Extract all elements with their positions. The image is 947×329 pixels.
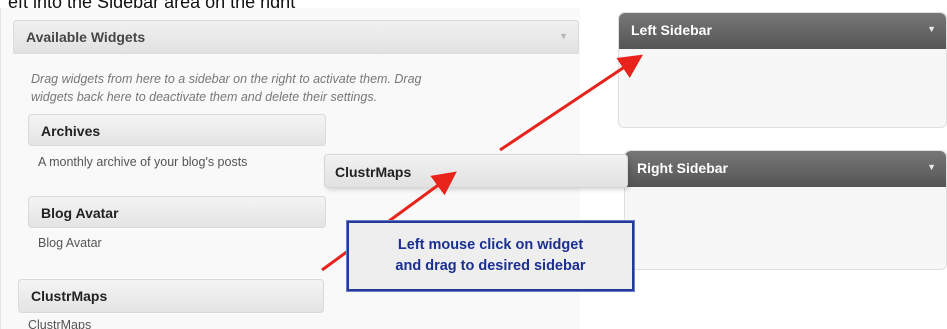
callout-line-2: and drag to desired sidebar — [395, 258, 586, 274]
instruction-callout: Left mouse click on widget and drag to d… — [347, 221, 634, 291]
available-widgets-description: Drag widgets from here to a sidebar on t… — [31, 72, 422, 104]
widget-blog-avatar[interactable]: Blog Avatar — [28, 196, 326, 228]
available-widgets-title: Available Widgets — [26, 29, 146, 45]
callout-line-1: Left mouse click on widget — [397, 237, 584, 253]
widget-clustrmaps[interactable]: ClustrMaps — [18, 279, 324, 313]
right-sidebar-title: Right Sidebar — [637, 160, 729, 176]
left-sidebar[interactable]: Left Sidebar ▼ — [618, 12, 947, 128]
widget-description: Blog Avatar — [38, 236, 102, 250]
widget-description: ClustrMaps — [28, 318, 92, 329]
left-sidebar-title: Left Sidebar — [631, 22, 712, 38]
dragged-widget-title: ClustrMaps — [335, 164, 412, 180]
widget-title: Archives — [41, 123, 101, 139]
dragged-widget-clustrmaps[interactable]: ClustrMaps — [324, 154, 628, 188]
right-sidebar-header[interactable]: Right Sidebar ▼ — [625, 151, 946, 187]
right-sidebar[interactable]: Right Sidebar ▼ — [624, 150, 947, 270]
widget-title: ClustrMaps — [31, 288, 108, 304]
widget-description: A monthly archive of your blog's posts — [38, 155, 248, 169]
available-widgets-header[interactable]: Available Widgets ▼ — [13, 20, 579, 54]
left-sidebar-header[interactable]: Left Sidebar ▼ — [619, 13, 946, 49]
chevron-down-icon[interactable]: ▼ — [927, 24, 936, 34]
widget-archives[interactable]: Archives — [28, 114, 326, 146]
chevron-down-icon[interactable]: ▼ — [927, 162, 936, 172]
chevron-down-icon[interactable]: ▼ — [559, 31, 568, 41]
widget-title: Blog Avatar — [41, 205, 119, 221]
